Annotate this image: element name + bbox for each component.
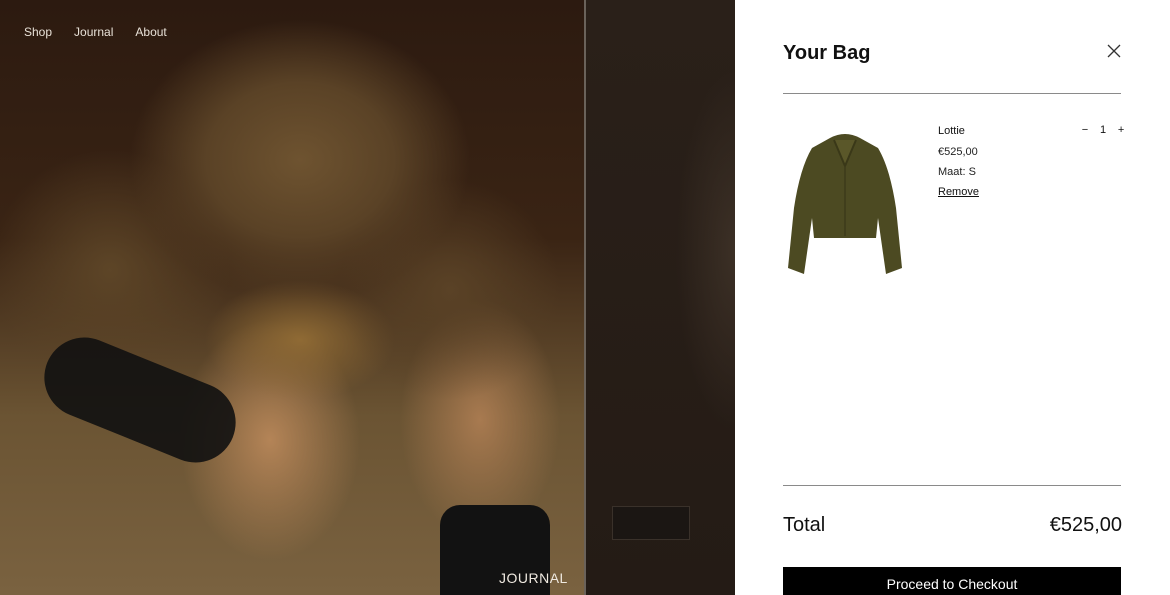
close-icon[interactable] (1103, 40, 1125, 62)
total-value: €525,00 (1049, 514, 1122, 536)
editorial-backdrop: Shop Journal About JOURNAL (0, 0, 735, 595)
product-size: Maat: S (938, 166, 976, 178)
increase-quantity-button[interactable]: + (1116, 124, 1126, 136)
nav-link-about[interactable]: About (135, 25, 166, 39)
wall-outlet (612, 506, 690, 540)
decrease-quantity-button[interactable]: − (1080, 124, 1090, 136)
nav-link-shop[interactable]: Shop (24, 25, 52, 39)
checkout-button[interactable]: Proceed to Checkout (783, 567, 1121, 595)
nav-link-journal[interactable]: Journal (74, 25, 113, 39)
total-label: Total (783, 514, 826, 536)
fur-jacket-image (786, 128, 904, 280)
quantity-stepper: − 1 + (1080, 124, 1126, 136)
bottom-divider (783, 485, 1121, 486)
product-name[interactable]: Lottie (938, 125, 965, 137)
bag-title: Your Bag (783, 42, 871, 64)
main-nav: Shop Journal About (24, 25, 167, 39)
journal-caption[interactable]: JOURNAL (499, 570, 568, 586)
cart-drawer: Your Bag Lottie €525,00 Maat: S Remove −… (735, 0, 1170, 595)
quantity-value: 1 (1100, 124, 1107, 136)
product-price: €525,00 (938, 146, 978, 158)
remove-link[interactable]: Remove (938, 186, 979, 198)
top-divider (783, 93, 1121, 94)
